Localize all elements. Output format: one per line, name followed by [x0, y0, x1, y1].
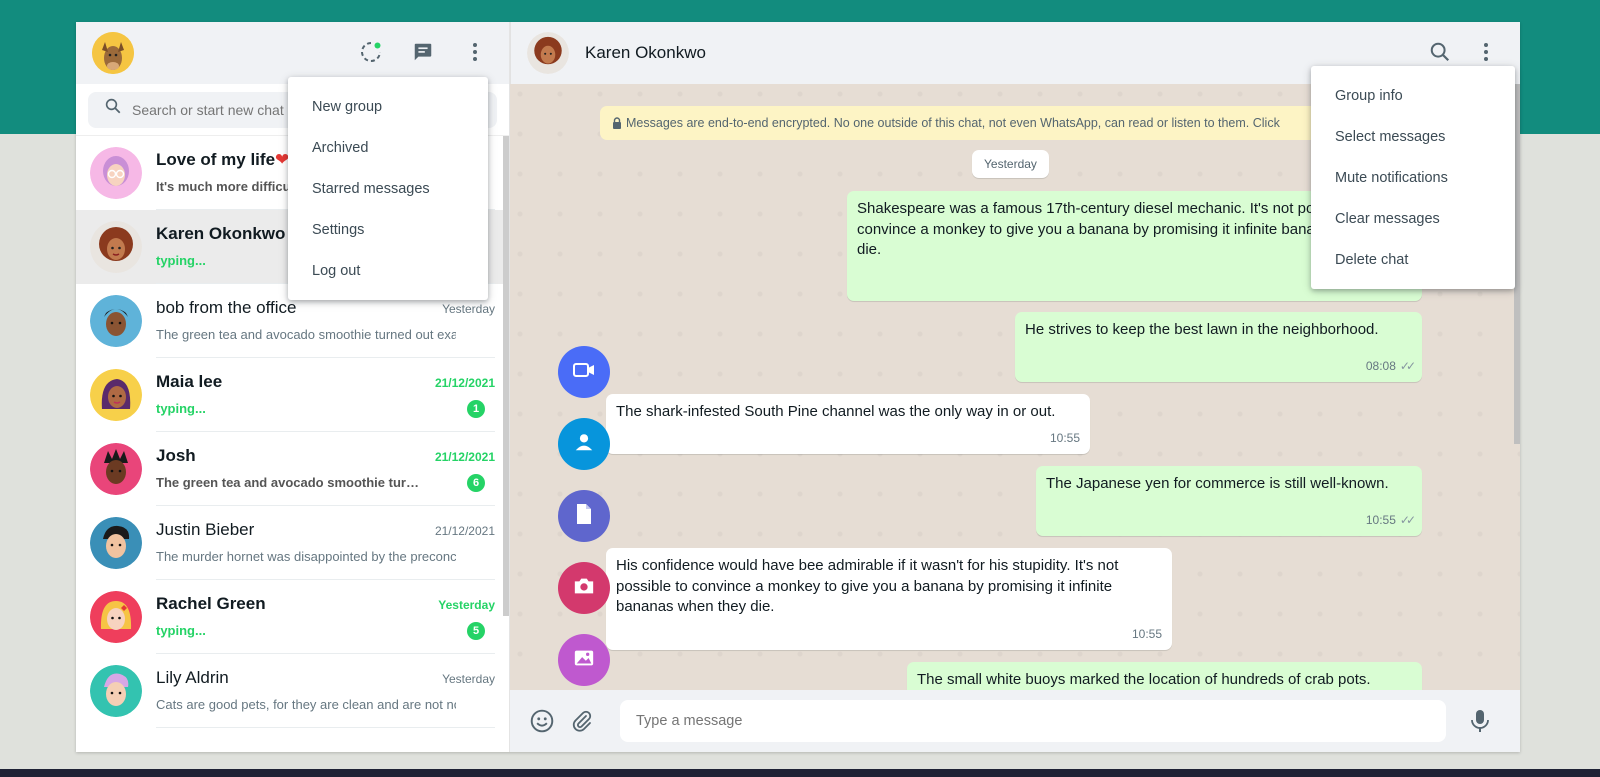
attach-document-button[interactable] [558, 490, 610, 542]
conversation-header-icons [1424, 36, 1502, 68]
chat-name: bob from the office [156, 298, 297, 317]
chat-name: Justin Bieber [156, 520, 255, 539]
status-icon[interactable] [355, 36, 387, 68]
chat-item-maia-lee[interactable]: Maia lee 21/12/2021 typing... 1 [76, 358, 509, 432]
menu-item-mute-notifications[interactable]: Mute notifications [1311, 157, 1515, 198]
new-chat-icon[interactable] [407, 36, 439, 68]
menu-icon[interactable] [459, 36, 491, 68]
chat-time: 21/12/2021 [434, 376, 495, 390]
unread-badge: 5 [467, 622, 485, 640]
avatar [90, 443, 142, 495]
message-text: He strives to keep the best lawn in the … [1025, 321, 1379, 338]
date-divider: Yesterday [972, 150, 1049, 178]
avatar [90, 665, 142, 717]
chat-preview: Cats are good pets, for they are clean a… [156, 697, 456, 712]
double-check-icon: ✓✓ [1399, 358, 1416, 373]
message-bubble[interactable]: The Japanese yen for commerce is still w… [1036, 466, 1422, 536]
chat-item-lily-aldrin[interactable]: Lily Aldrin Yesterday Cats are good pets… [76, 654, 509, 728]
menu-item-settings[interactable]: Settings [288, 209, 488, 250]
search-icon [104, 97, 122, 120]
composer [510, 690, 1520, 752]
avatar [90, 221, 142, 273]
attach-icon[interactable] [566, 705, 598, 737]
menu-item-log-out[interactable]: Log out [288, 250, 488, 291]
unread-badge: 6 [467, 474, 485, 492]
message-time: 08:08 [1365, 358, 1396, 373]
chat-preview: The green tea and avocado smoothie turne… [156, 327, 456, 342]
menu-item-clear-messages[interactable]: Clear messages [1311, 198, 1515, 239]
chat-name: Lily Aldrin [156, 668, 229, 687]
conversation-title[interactable]: Karen Okonkwo [585, 43, 706, 63]
message-time: 10:55 [1049, 430, 1080, 445]
conversation-dropdown-menu: Group info Select messages Mute notifica… [1311, 66, 1515, 289]
message-bubble[interactable]: The shark-infested South Pine channel wa… [606, 394, 1090, 454]
conversation-menu-icon[interactable] [1470, 36, 1502, 68]
message-bubble[interactable]: The small white buoys marked the locatio… [907, 662, 1422, 690]
avatar [90, 517, 142, 569]
chat-preview: typing... [156, 401, 206, 416]
contact-avatar[interactable] [527, 32, 569, 74]
chat-item-rachel-green[interactable]: Rachel Green Yesterday typing... 5 [76, 580, 509, 654]
message-text: The small white buoys marked the locatio… [917, 671, 1371, 688]
chat-item-justin-bieber[interactable]: Justin Bieber 21/12/2021 The murder horn… [76, 506, 509, 580]
message-input[interactable] [620, 700, 1446, 742]
gallery-icon [573, 648, 595, 673]
attach-room-button[interactable] [558, 346, 610, 398]
sidebar-scrollbar[interactable] [503, 136, 509, 616]
avatar [90, 369, 142, 421]
menu-item-delete-chat[interactable]: Delete chat [1311, 239, 1515, 280]
message-text: The Japanese yen for commerce is still w… [1046, 475, 1389, 492]
my-avatar[interactable] [92, 32, 134, 74]
contact-icon [573, 431, 595, 458]
chat-name: Josh [156, 446, 196, 465]
chat-time: Yesterday [442, 302, 495, 316]
chat-time: 21/12/2021 [434, 524, 495, 538]
camera-icon [573, 576, 595, 601]
document-icon [575, 503, 593, 530]
chat-name: Karen Okonkwo [156, 224, 286, 243]
chat-preview: typing... [156, 623, 206, 638]
menu-item-group-info[interactable]: Group info [1311, 75, 1515, 116]
attach-camera-button[interactable] [558, 562, 610, 614]
sidebar-header-icons [355, 36, 491, 68]
message-text: His confidence would have bee admirable … [616, 557, 1119, 615]
chat-name: Maia lee [156, 372, 223, 391]
message-text: The shark-infested South Pine channel wa… [616, 403, 1056, 420]
attach-gallery-button[interactable] [558, 634, 610, 686]
room-icon [572, 360, 596, 385]
microphone-icon[interactable] [1464, 705, 1496, 737]
chat-time: 21/12/2021 [434, 450, 495, 464]
unread-badge: 1 [467, 400, 485, 418]
encryption-notice-text: Messages are end-to-end encrypted. No on… [626, 116, 1280, 130]
lock-icon [612, 117, 622, 132]
chat-preview: The green tea and avocado smoothie turne… [156, 475, 426, 490]
chat-item-josh[interactable]: Josh 21/12/2021 The green tea and avocad… [76, 432, 509, 506]
message-time: 10:55 [1365, 512, 1396, 527]
taskbar-strip [0, 769, 1600, 777]
menu-item-new-group[interactable]: New group [288, 86, 488, 127]
chat-preview: The murder hornet was disappointed by th… [156, 549, 456, 564]
avatar [90, 147, 142, 199]
sidebar-header [76, 22, 509, 84]
avatar [90, 591, 142, 643]
message-bubble[interactable]: He strives to keep the best lawn in the … [1015, 312, 1422, 382]
avatar [90, 295, 142, 347]
message-time: 10:55 [1131, 626, 1162, 641]
menu-item-archived[interactable]: Archived [288, 127, 488, 168]
double-check-icon: ✓✓ [1399, 512, 1416, 527]
emoji-icon[interactable] [526, 705, 558, 737]
chat-name: Rachel Green [156, 594, 266, 613]
chat-time: Yesterday [438, 598, 495, 612]
chat-name: Love of my life❤ [156, 150, 290, 169]
attach-contact-button[interactable] [558, 418, 610, 470]
sidebar-dropdown-menu: New group Archived Starred messages Sett… [288, 77, 488, 300]
message-bubble[interactable]: His confidence would have bee admirable … [606, 548, 1172, 650]
menu-item-select-messages[interactable]: Select messages [1311, 116, 1515, 157]
search-messages-icon[interactable] [1424, 36, 1456, 68]
menu-item-starred-messages[interactable]: Starred messages [288, 168, 488, 209]
chat-time: Yesterday [442, 672, 495, 686]
